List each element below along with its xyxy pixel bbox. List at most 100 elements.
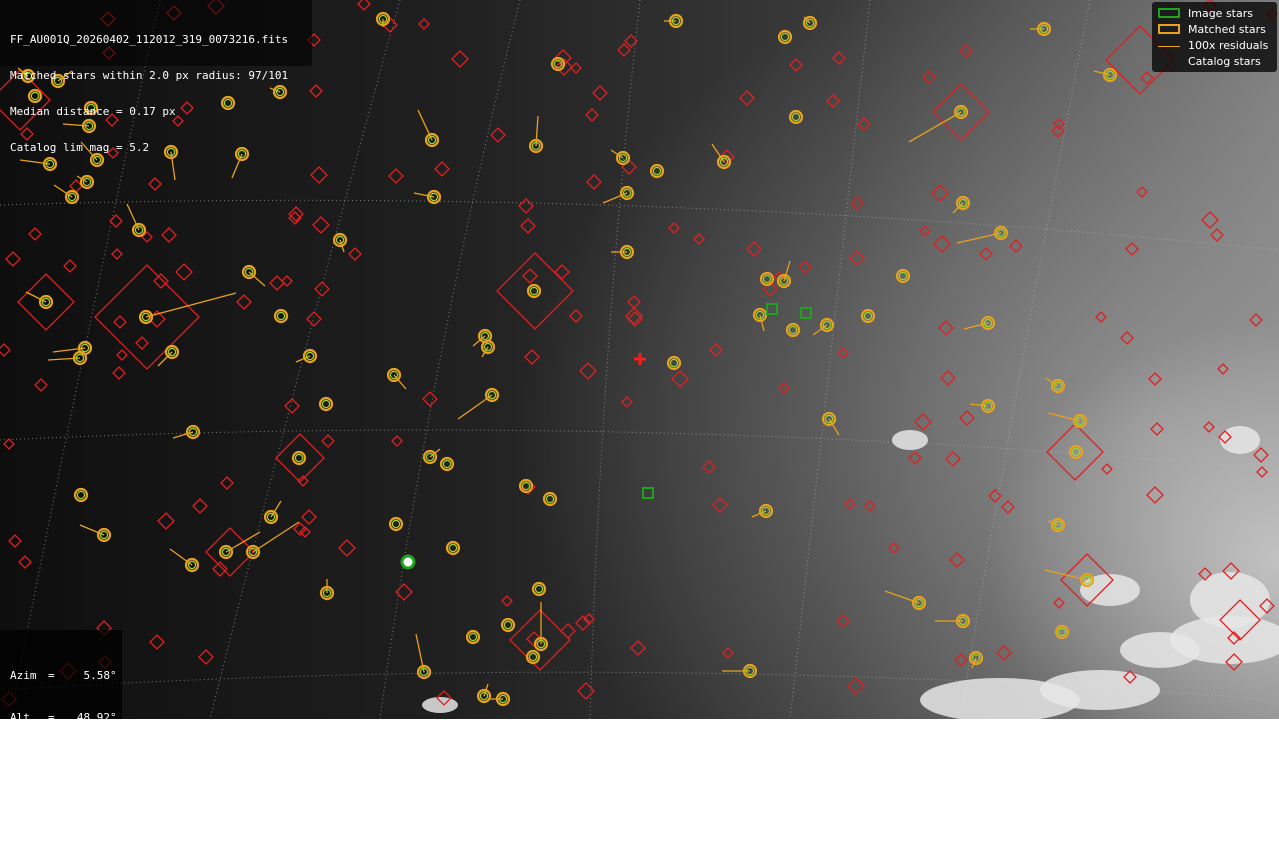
catalog-star-marker bbox=[702, 460, 716, 474]
catalog-star-marker bbox=[357, 0, 371, 11]
catalog-star-marker bbox=[914, 413, 932, 431]
detected-star-ring bbox=[791, 112, 801, 122]
matched-star-circle bbox=[439, 456, 455, 472]
matched-star-circle bbox=[388, 516, 404, 532]
catalog-star-marker bbox=[864, 500, 876, 512]
catalog-star-marker bbox=[908, 451, 922, 465]
catalog-star-marker bbox=[1120, 331, 1134, 345]
catalog-star-marker bbox=[959, 44, 973, 58]
catalog-star-marker bbox=[388, 168, 404, 184]
matched-star-circle bbox=[759, 271, 775, 287]
grid-line bbox=[379, 0, 521, 719]
catalog-star-marker bbox=[798, 260, 812, 274]
catalog-star-marker bbox=[1053, 597, 1065, 609]
catalog-star-marker bbox=[560, 623, 576, 639]
catalog-star-marker bbox=[34, 378, 48, 392]
catalog-star-marker bbox=[111, 248, 123, 260]
catalog-star-marker bbox=[739, 90, 755, 106]
catalog-star-marker bbox=[1146, 486, 1164, 504]
catalog-star-marker bbox=[826, 94, 840, 108]
catalog-star-marker bbox=[621, 159, 637, 175]
bright-catalog-star-marker bbox=[496, 252, 574, 330]
detected-star-ring bbox=[863, 311, 873, 321]
catalog-star-marker bbox=[844, 498, 856, 510]
cloud bbox=[1220, 426, 1260, 454]
matched-star-circle bbox=[531, 581, 547, 597]
pointing-panel: Azim = 5.58° Alt = 48.92° Rot h = -0.93° FOV h… bbox=[0, 630, 122, 850]
legend-item-image-stars: Image stars bbox=[1152, 7, 1277, 21]
detected-star-ring bbox=[652, 166, 662, 176]
catalog-star-marker bbox=[310, 166, 328, 184]
catalog-star-marker bbox=[849, 250, 865, 266]
catalog-star-marker bbox=[269, 275, 285, 291]
catalog-star-marker bbox=[832, 51, 846, 65]
residual-line bbox=[126, 203, 140, 231]
catalog-star-marker bbox=[3, 438, 15, 450]
matched-star-swatch-icon bbox=[1158, 24, 1180, 34]
catalog-star-marker bbox=[940, 370, 956, 386]
catalog-star-marker bbox=[434, 161, 450, 177]
residual-line bbox=[157, 351, 173, 367]
detected-star-ring bbox=[780, 32, 790, 42]
matched-star-circle bbox=[445, 540, 461, 556]
residual-line bbox=[535, 115, 539, 147]
bright-catalog-star-marker bbox=[275, 433, 325, 483]
catalog-star-marker bbox=[1203, 421, 1215, 433]
catalog-star-marker bbox=[569, 309, 583, 323]
catalog-star-marker bbox=[520, 218, 536, 234]
image-star-bright bbox=[400, 554, 416, 570]
catalog-star-marker bbox=[153, 273, 169, 289]
grid-line bbox=[589, 0, 641, 719]
catalog-star-marker bbox=[490, 127, 506, 143]
catalog-star-marker bbox=[1136, 186, 1148, 198]
legend-item-matched-stars: Matched stars bbox=[1152, 23, 1277, 37]
catalog-star-marker bbox=[1249, 313, 1263, 327]
catalog-star-marker bbox=[746, 241, 762, 257]
catalog-star-marker bbox=[577, 682, 595, 700]
catalog-star-marker bbox=[857, 117, 871, 131]
matched-star-circle bbox=[525, 649, 541, 665]
legend-item-residuals: 100x residuals bbox=[1152, 39, 1277, 53]
catalog-star-marker bbox=[979, 247, 993, 261]
catalog-star-marker bbox=[1253, 447, 1269, 463]
catalog-star-marker bbox=[671, 370, 689, 388]
image-star-swatch-icon bbox=[1158, 8, 1180, 18]
fov-h-readout: FOV h = 88.72° bbox=[10, 795, 117, 808]
residual-line bbox=[145, 292, 237, 318]
rotation-readout: Rot h = -0.93° bbox=[10, 753, 117, 766]
centre-cross-icon bbox=[634, 353, 646, 365]
median-distance-text: Median distance = 0.17 px bbox=[10, 105, 176, 118]
catalog-star-marker bbox=[501, 595, 513, 607]
catalog-star-marker bbox=[996, 645, 1012, 661]
info-panel: FF_AU001Q_20260402_112012_319_0073216.fi… bbox=[0, 0, 312, 154]
catalog-star-marker bbox=[778, 382, 790, 394]
catalog-star-marker bbox=[116, 349, 128, 361]
matched-star-circle bbox=[465, 629, 481, 645]
catalog-star-marker bbox=[592, 85, 608, 101]
residual-line-swatch-icon bbox=[1158, 46, 1180, 47]
legend-item-catalog-stars: Catalog stars bbox=[1188, 55, 1261, 68]
catalog-star-marker bbox=[281, 275, 293, 287]
grid-line bbox=[0, 199, 1279, 251]
clouds bbox=[422, 426, 1279, 719]
catalog-star-marker bbox=[624, 34, 638, 48]
catalog-star-marker bbox=[338, 539, 356, 557]
catalog-star-marker bbox=[1256, 466, 1268, 478]
catalog-star-marker bbox=[954, 653, 968, 667]
cloud bbox=[422, 697, 458, 713]
matched-star-circle bbox=[291, 450, 307, 466]
fits-filename: FF_AU001Q_20260402_112012_319_0073216.fi… bbox=[10, 33, 289, 46]
matched-star-circle bbox=[777, 29, 793, 45]
catalog-star-marker bbox=[579, 362, 597, 380]
detected-star-ring bbox=[391, 519, 401, 529]
legend: Image stars Matched stars 100x residuals… bbox=[1152, 2, 1277, 72]
catalog-star-marker bbox=[198, 649, 214, 665]
catalog-star-marker bbox=[1051, 124, 1065, 138]
altitude-readout: Alt = 48.92° bbox=[10, 711, 117, 724]
catalog-star-marker bbox=[518, 198, 534, 214]
catalog-star-marker bbox=[931, 184, 949, 202]
residual-line bbox=[908, 111, 962, 143]
catalog-star-marker bbox=[284, 398, 300, 414]
catalog-star-marker bbox=[959, 410, 975, 426]
catalog-star-marker bbox=[722, 647, 734, 659]
